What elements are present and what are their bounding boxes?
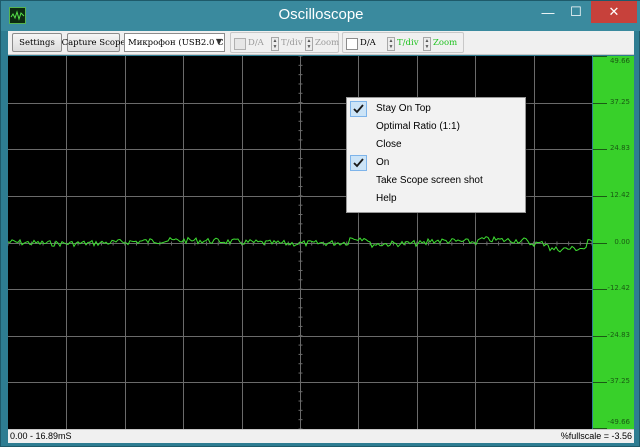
settings-button[interactable]: Settings xyxy=(12,33,62,52)
checkmark-icon xyxy=(350,101,367,117)
context-menu: Stay On Top Optimal Ratio (1:1) Close On Tak… xyxy=(346,97,526,213)
scale-tick-label: 24.83 xyxy=(609,144,630,152)
scale-tick-mark xyxy=(593,196,607,197)
scale-tick-mark xyxy=(593,149,607,150)
channel1-zoom-spinner[interactable]: ▲ ▼ xyxy=(305,37,313,51)
menu-item-label: Help xyxy=(376,193,397,204)
channel2-tdiv-label: T/div xyxy=(397,38,419,48)
scale-tick-label: -12.42 xyxy=(607,284,630,292)
channel1-zoom-label: Zoom xyxy=(315,38,340,48)
scale-tick-label: 49.66 xyxy=(609,57,630,65)
channel1-da-checkbox[interactable] xyxy=(234,38,246,50)
channel2-zoom-label: Zoom xyxy=(433,38,458,48)
oscilloscope-window: Oscilloscope — ☐ ✕ Settings Capture Scop… xyxy=(0,0,640,447)
time-range-status: 0.00 - 16.89mS xyxy=(10,431,72,441)
input-device-value: Микрофон (USB2.0 Ca xyxy=(128,37,225,48)
scale-tick-mark xyxy=(593,289,607,290)
scale-tick-label: 0.00 xyxy=(614,238,630,246)
channel2-da-label: D/A xyxy=(360,38,376,48)
menu-item-close[interactable]: Close xyxy=(347,136,525,154)
menu-item-help[interactable]: Help xyxy=(347,190,525,208)
menu-item-label: Close xyxy=(376,139,402,150)
scale-tick-mark xyxy=(593,382,607,383)
scale-tick-mark xyxy=(593,243,607,244)
title-bar[interactable]: Oscilloscope — ☐ ✕ xyxy=(1,1,640,31)
channel2-da-checkbox[interactable] xyxy=(346,38,358,50)
amplitude-scale: 49.66 37.25 24.83 12.42 0.00 -12.42 -24.83 -37.… xyxy=(593,56,634,429)
capture-scope-button[interactable]: Capture Scope xyxy=(62,33,125,52)
channel2-group: D/A ▲ ▼ T/div ▲ ▼ Zoom xyxy=(342,32,464,53)
input-device-select[interactable]: Микрофон (USB2.0 Ca ▼ xyxy=(124,33,225,52)
scale-tick-label: -24.83 xyxy=(607,331,630,339)
minimize-button[interactable]: — xyxy=(533,1,563,23)
scale-tick-mark xyxy=(593,336,607,337)
menu-item-label: Stay On Top xyxy=(376,103,431,114)
menu-item-label: On xyxy=(376,157,390,168)
menu-item-stay-on-top[interactable]: Stay On Top xyxy=(347,100,525,118)
close-button[interactable]: ✕ xyxy=(591,1,637,23)
status-bar: 0.00 - 16.89mS %fullscale = -3.56 xyxy=(8,429,634,443)
menu-item-take-scope-screen-shot[interactable]: Take Scope screen shot xyxy=(347,172,525,190)
menu-item-on[interactable]: On xyxy=(347,154,525,172)
scale-tick-label: 12.42 xyxy=(609,191,630,199)
scale-tick-mark xyxy=(593,103,607,104)
menu-item-label: Take Scope screen shot xyxy=(376,175,483,186)
toolbar: Settings Capture Scope Микрофон (USB2.0 … xyxy=(8,31,634,55)
scale-tick-label: -49.66 xyxy=(607,418,630,426)
scale-tick-label: 37.25 xyxy=(609,98,630,106)
menu-item-optimal-ratio-1-1[interactable]: Optimal Ratio (1:1) xyxy=(347,118,525,136)
channel1-tdiv-label: T/div xyxy=(281,38,303,48)
maximize-button[interactable]: ☐ xyxy=(561,1,591,23)
scale-tick-mark xyxy=(593,56,607,57)
channel1-da-label: D/A xyxy=(248,38,264,48)
channel1-group: D/A ▲ ▼ T/div ▲ ▼ Zoom xyxy=(230,32,339,53)
channel2-tdiv-spinner[interactable]: ▲ ▼ xyxy=(387,37,395,51)
channel1-tdiv-spinner[interactable]: ▲ ▼ xyxy=(271,37,279,51)
fullscale-status: %fullscale = -3.56 xyxy=(560,431,632,441)
menu-item-label: Optimal Ratio (1:1) xyxy=(376,121,460,132)
chevron-down-icon: ▼ xyxy=(215,37,222,46)
checkmark-icon xyxy=(350,155,367,171)
scale-tick-label: -37.25 xyxy=(607,377,630,385)
channel2-zoom-spinner[interactable]: ▲ ▼ xyxy=(423,37,431,51)
